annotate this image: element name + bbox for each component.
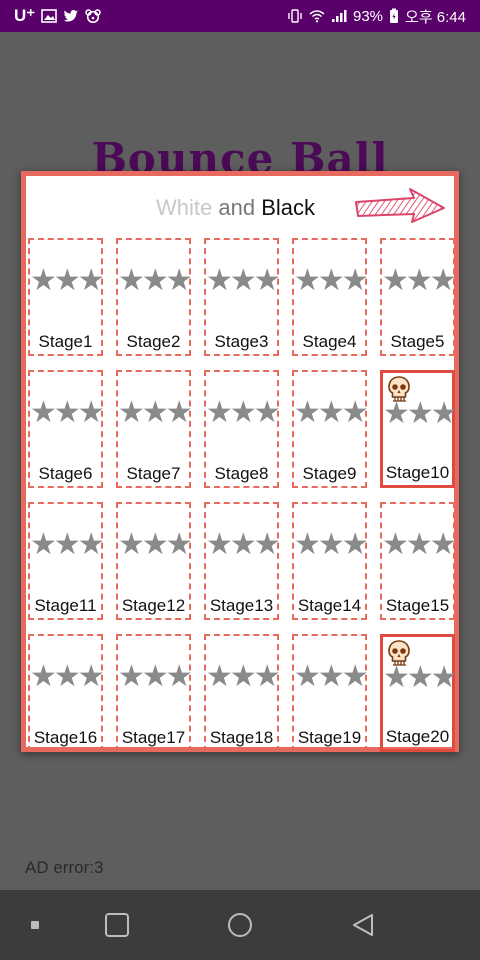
stage-cell[interactable]: ★★★ Stage13 <box>204 502 281 620</box>
clock: 오후 6:44 <box>405 8 466 26</box>
stage-label: Stage3 <box>214 332 269 351</box>
stage-stars: ★★★ <box>294 264 369 297</box>
stage-label: Stage16 <box>33 728 98 747</box>
home-circle-icon[interactable] <box>227 912 253 938</box>
stage-stars: ★★★ <box>294 396 369 429</box>
stage-cell[interactable]: ★★★ Stage1 <box>28 238 105 356</box>
navigation-bar <box>0 890 480 960</box>
stage-stars: ★★★ <box>30 396 105 429</box>
stage-stars: ★★★ <box>383 397 458 430</box>
stage-cell[interactable]: ★★★ Stage17 <box>116 634 193 752</box>
vibrate-icon <box>288 9 302 23</box>
stage-label: Stage13 <box>209 596 274 615</box>
carrier-label: U⁺ <box>14 6 36 25</box>
stage-stars: ★★★ <box>206 528 281 561</box>
bear-app-icon <box>85 9 101 23</box>
stage-stars: ★★★ <box>382 528 457 561</box>
stage-cell[interactable]: ★★★ Stage5 <box>380 238 457 356</box>
back-triangle-icon[interactable] <box>350 912 376 938</box>
status-bar: U⁺ 93% 오후 6:44 <box>0 0 480 32</box>
chapter-title-and: and <box>218 195 256 220</box>
stage-select-dialog: White and Black ★★★ Stage1 ★★★ Stage2 ★★★ Sta… <box>21 171 459 752</box>
stage-stars: ★★★ <box>30 528 105 561</box>
stage-cell[interactable]: ★★★ Stage3 <box>204 238 281 356</box>
stage-label: Stage18 <box>209 728 274 747</box>
stage-label: Stage5 <box>390 332 445 351</box>
stage-stars: ★★★ <box>382 264 457 297</box>
stage-label: Stage1 <box>38 332 93 351</box>
ad-error-text: AD error:3 <box>25 858 104 877</box>
dialog-header: White and Black <box>26 176 454 232</box>
next-arrow-icon[interactable] <box>352 186 448 226</box>
overview-square-icon[interactable] <box>104 912 130 938</box>
status-left: U⁺ <box>14 6 101 26</box>
stage-cell[interactable]: ★★★ Stage9 <box>292 370 369 488</box>
stage-stars: ★★★ <box>118 528 193 561</box>
stage-stars: ★★★ <box>30 660 105 693</box>
stage-label: Stage15 <box>385 596 450 615</box>
stage-label: Stage9 <box>302 464 357 483</box>
stage-label: Stage20 <box>385 727 450 746</box>
stage-cell[interactable]: ★★★ Stage6 <box>28 370 105 488</box>
stage-label: Stage7 <box>126 464 181 483</box>
stage-label: Stage10 <box>385 463 450 482</box>
stage-grid: ★★★ Stage1 ★★★ Stage2 ★★★ Stage3 ★★★ Stage4 ★★★ S… <box>26 234 458 752</box>
stage-label: Stage17 <box>121 728 186 747</box>
status-right: 93% 오후 6:44 <box>287 6 466 27</box>
stage-label: Stage12 <box>121 596 186 615</box>
recent-apps-dot-icon[interactable] <box>22 912 48 938</box>
stage-cell[interactable]: ★★★ Stage11 <box>28 502 105 620</box>
stage-cell[interactable]: ★★★ Stage20 <box>380 634 458 752</box>
stage-cell[interactable]: ★★★ Stage19 <box>292 634 369 752</box>
stage-stars: ★★★ <box>294 660 369 693</box>
stage-cell[interactable]: ★★★ Stage4 <box>292 238 369 356</box>
stage-cell[interactable]: ★★★ Stage16 <box>28 634 105 752</box>
stage-label: Stage14 <box>297 596 362 615</box>
battery-percent: 93% <box>353 7 384 25</box>
stage-cell[interactable]: ★★★ Stage14 <box>292 502 369 620</box>
wifi-icon <box>309 10 325 23</box>
battery-icon <box>390 8 399 23</box>
stage-stars: ★★★ <box>206 264 281 297</box>
stage-label: Stage11 <box>34 596 97 615</box>
stage-stars: ★★★ <box>206 660 281 693</box>
twitter-icon <box>64 10 79 22</box>
stage-label: Stage19 <box>297 728 362 747</box>
stage-label: Stage6 <box>38 464 93 483</box>
chapter-title: White and Black <box>156 195 315 221</box>
stage-stars: ★★★ <box>206 396 281 429</box>
stage-cell[interactable]: ★★★ Stage2 <box>116 238 193 356</box>
stage-stars: ★★★ <box>30 264 105 297</box>
stage-cell[interactable]: ★★★ Stage7 <box>116 370 193 488</box>
stage-stars: ★★★ <box>118 264 193 297</box>
stage-label: Stage4 <box>302 332 357 351</box>
signal-icon <box>332 10 347 22</box>
chapter-title-white: White <box>156 195 213 220</box>
stage-label: Stage2 <box>126 332 181 351</box>
stage-cell[interactable]: ★★★ Stage18 <box>204 634 281 752</box>
stage-cell[interactable]: ★★★ Stage10 <box>380 370 458 488</box>
stage-stars: ★★★ <box>118 660 193 693</box>
stage-cell[interactable]: ★★★ Stage12 <box>116 502 193 620</box>
stage-stars: ★★★ <box>118 396 193 429</box>
chapter-title-black: Black <box>261 195 316 220</box>
gallery-icon <box>41 9 58 23</box>
stage-label: Stage8 <box>214 464 269 483</box>
stage-stars: ★★★ <box>383 661 458 694</box>
stage-cell[interactable]: ★★★ Stage15 <box>380 502 457 620</box>
stage-stars: ★★★ <box>294 528 369 561</box>
stage-cell[interactable]: ★★★ Stage8 <box>204 370 281 488</box>
